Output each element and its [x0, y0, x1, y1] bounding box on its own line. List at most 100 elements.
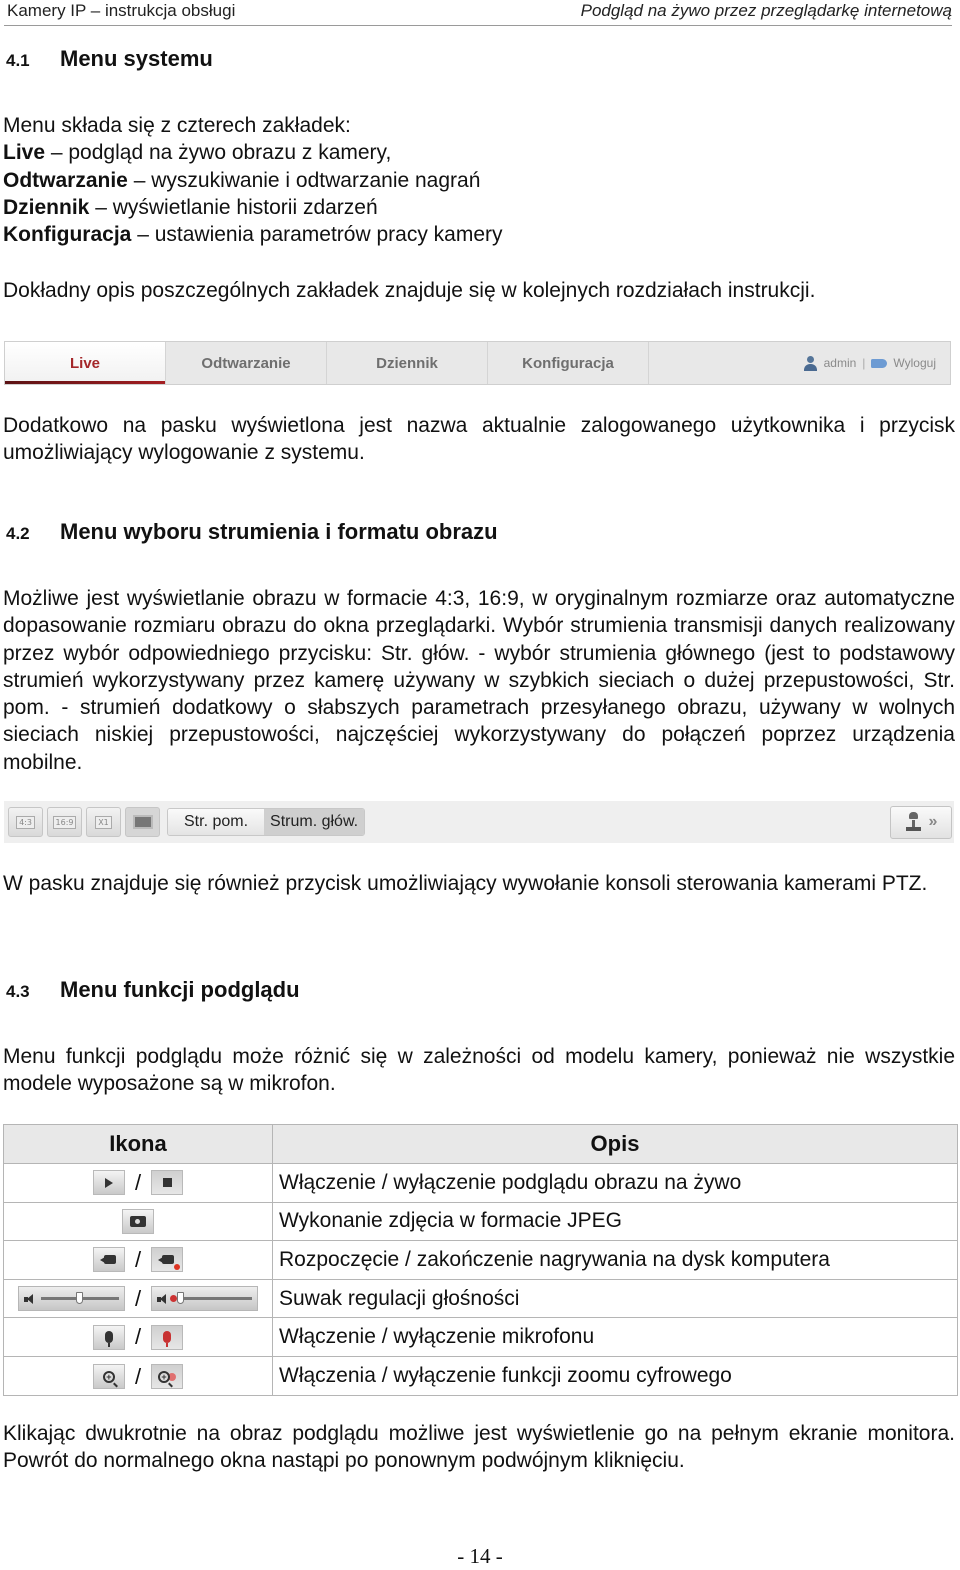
- section-title: Menu wyboru strumienia i formatu obrazu: [60, 519, 498, 544]
- row-description: Rozpoczęcie / zakończenie nagrywania na …: [272, 1240, 958, 1280]
- section-heading-4-1: 4.1 Menu systemu: [6, 46, 213, 72]
- column-header-description: Opis: [272, 1124, 958, 1164]
- table-row: / Suwak regulacji głośności: [3, 1278, 958, 1319]
- tab-live[interactable]: Live: [5, 342, 166, 384]
- tab-label: Dziennik: [376, 354, 438, 372]
- separator: /: [134, 1169, 142, 1195]
- original-size-icon: X1: [95, 815, 112, 829]
- tab-configuration[interactable]: Konfiguracja: [488, 342, 649, 384]
- section-number: 4.1: [6, 51, 30, 70]
- main-stream-button[interactable]: Strum. głów.: [264, 809, 365, 835]
- fullscreen-note: Klikając dwukrotnie na obraz podglądu mo…: [3, 1422, 955, 1473]
- tab-term: Odtwarzanie: [3, 168, 128, 192]
- section-number: 4.2: [6, 524, 30, 543]
- joystick-icon: [905, 812, 923, 832]
- record-stop-icon[interactable]: [151, 1247, 184, 1273]
- separator: /: [134, 1363, 142, 1389]
- microphone-off-icon[interactable]: [151, 1324, 184, 1350]
- running-header: Kamery IP – instrukcja obsługi Podgląd n…: [4, 0, 952, 26]
- ptz-console-button[interactable]: »: [890, 805, 952, 839]
- section-number: 4.3: [6, 982, 30, 1001]
- speaker-icon: [157, 1293, 170, 1304]
- table-row: / Włączenie / wyłączenie mikrofonu: [3, 1317, 958, 1357]
- digital-zoom-on-icon[interactable]: +: [92, 1364, 125, 1390]
- column-header-icon: Ikona: [3, 1124, 273, 1164]
- tab-playback[interactable]: Odtwarzanie: [166, 342, 327, 384]
- table-row: + / + Włączenia / wyłączenie funkcji zoo…: [3, 1355, 958, 1396]
- table-row: / Rozpoczęcie / zakończenie nagrywania n…: [3, 1240, 958, 1280]
- details-note: Dokładny opis poszczególnych zakładek zn…: [3, 279, 816, 302]
- ptz-note: W pasku znajduje się również przycisk um…: [3, 872, 928, 895]
- tab-term-description: – wyświetlanie historii zdarzeń: [89, 195, 378, 219]
- icons-table: Ikona Opis / Włączenie / wyłączenie podg…: [3, 1124, 958, 1396]
- speaker-icon: [23, 1293, 37, 1304]
- user-icon: [803, 355, 818, 371]
- row-description: Włączenie / wyłączenie podglądu obrazu n…: [272, 1163, 958, 1203]
- aspect-4-3-icon: 4:3: [16, 815, 35, 829]
- play-icon[interactable]: [92, 1170, 125, 1196]
- volume-slider-icon[interactable]: [17, 1286, 125, 1312]
- username: admin: [823, 356, 857, 370]
- mute-icon: [170, 1295, 178, 1303]
- aspect-16-9-button[interactable]: 16:9: [47, 807, 82, 837]
- section-heading-4-2: 4.2 Menu wyboru strumienia i formatu obra…: [6, 519, 498, 545]
- row-description: Wykonanie zdjęcia w formacie JPEG: [272, 1201, 958, 1242]
- table-header-row: Ikona Opis: [3, 1124, 958, 1164]
- expand-arrows-icon: »: [928, 813, 938, 830]
- section-title: Menu systemu: [60, 46, 213, 71]
- tab-term: Dziennik: [3, 195, 90, 219]
- section-title: Menu funkcji podglądu: [60, 977, 300, 1002]
- preview-functions-description: Menu funkcji podglądu może różnić się w …: [3, 1045, 955, 1096]
- aspect-4-3-button[interactable]: 4:3: [8, 807, 43, 837]
- snapshot-camera-icon[interactable]: [122, 1208, 154, 1234]
- menu-tabs-description: Menu składa się z czterech zakładek: Liv…: [3, 112, 955, 248]
- record-start-icon[interactable]: [92, 1247, 125, 1273]
- page-number: - 14 -: [457, 1544, 503, 1568]
- row-description: Włączenia / wyłączenie funkcji zoomu cyf…: [272, 1355, 958, 1396]
- volume-muted-slider-icon[interactable]: [151, 1286, 259, 1312]
- tab-label: Konfiguracja: [522, 354, 614, 372]
- microphone-on-icon[interactable]: [92, 1324, 125, 1350]
- stream-format-toolbar: 4:3 16:9 X1 Str. pom. Strum. głów. »: [4, 801, 954, 843]
- tab-definition: Dziennik – wyświetlanie historii zdarzeń: [3, 194, 955, 221]
- section-heading-4-3: 4.3 Menu funkcji podglądu: [6, 977, 300, 1003]
- document-title: Kamery IP – instrukcja obsługi: [7, 1, 236, 20]
- main-menu-tabbar: Live Odtwarzanie Dziennik Konfiguracja a…: [4, 341, 951, 385]
- row-description: Włączenie / wyłączenie mikrofonu: [272, 1317, 958, 1357]
- tab-definition: Odtwarzanie – wyszukiwanie i odtwarzanie…: [3, 167, 955, 194]
- digital-zoom-off-icon[interactable]: +: [151, 1364, 184, 1390]
- tab-label: Odtwarzanie: [201, 354, 291, 372]
- tab-log[interactable]: Dziennik: [327, 342, 488, 384]
- stop-icon[interactable]: [151, 1170, 184, 1196]
- tab-definition: Konfiguracja – ustawienia parametrów pra…: [3, 221, 955, 248]
- sub-stream-button[interactable]: Str. pom.: [168, 809, 265, 835]
- stream-selector: Str. pom. Strum. głów.: [167, 808, 366, 836]
- logout-icon[interactable]: [871, 358, 888, 368]
- fit-window-icon: [132, 815, 153, 829]
- user-area: admin | Wyloguj: [803, 342, 950, 384]
- slider-thumb[interactable]: [75, 1292, 83, 1305]
- fit-window-button[interactable]: [125, 807, 160, 837]
- tab-definition: Live – podgląd na żywo obrazu z kamery,: [3, 139, 955, 166]
- tab-term-description: – podgląd na żywo obrazu z kamery,: [45, 141, 392, 165]
- divider: |: [862, 356, 866, 370]
- tab-term: Live: [3, 141, 46, 165]
- tab-label: Live: [69, 354, 100, 372]
- separator: /: [134, 1324, 142, 1350]
- tab-term-description: – wyszukiwanie i odtwarzanie nagrań: [127, 168, 481, 192]
- table-row: Wykonanie zdjęcia w formacie JPEG: [3, 1201, 958, 1242]
- intro-line: Menu składa się z czterech zakładek:: [3, 114, 351, 137]
- tab-term: Konfiguracja: [3, 223, 132, 247]
- tabbar-note: Dodatkowo na pasku wyświetlona jest nazw…: [3, 414, 955, 465]
- stream-description: Możliwe jest wyświetlanie obrazu w forma…: [3, 587, 955, 774]
- logout-link[interactable]: Wyloguj: [893, 356, 936, 370]
- tab-term-description: – ustawienia parametrów pracy kamery: [131, 223, 503, 247]
- chapter-title: Podgląd na żywo przez przeglądarkę inter…: [580, 1, 952, 20]
- aspect-16-9-icon: 16:9: [52, 815, 77, 829]
- row-description: Suwak regulacji głośności: [272, 1278, 958, 1319]
- separator: /: [134, 1285, 142, 1311]
- original-size-button[interactable]: X1: [86, 807, 121, 837]
- slider-thumb[interactable]: [177, 1292, 185, 1305]
- table-row: / Włączenie / wyłączenie podglądu obrazu…: [3, 1163, 958, 1203]
- separator: /: [134, 1246, 142, 1272]
